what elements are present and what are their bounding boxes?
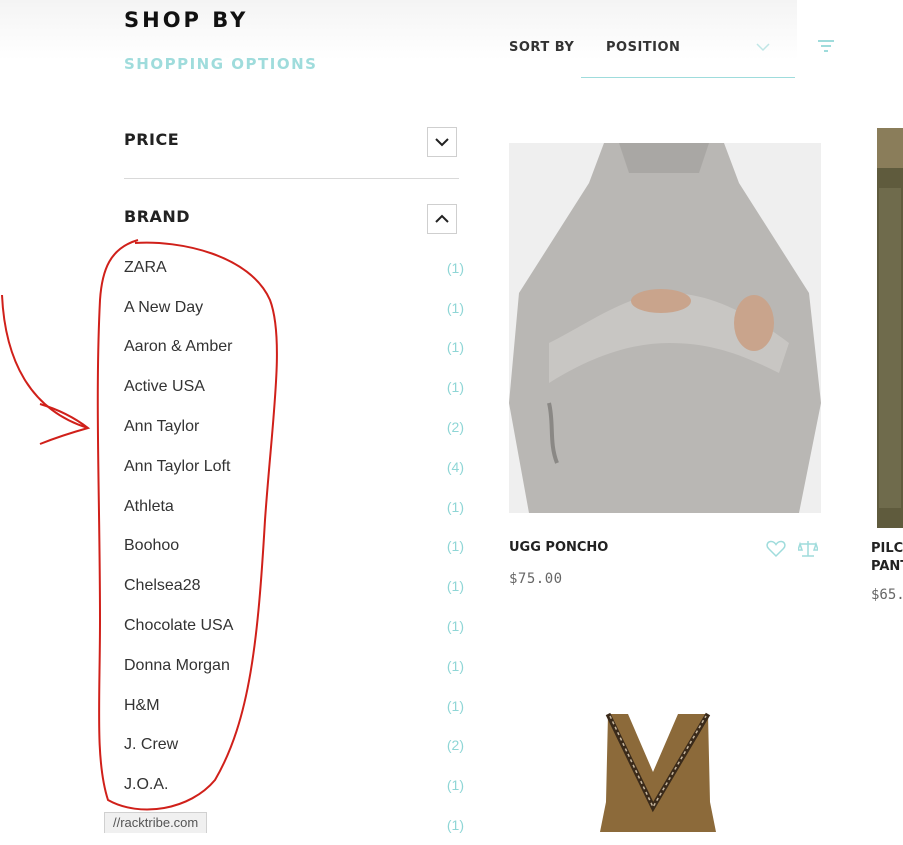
product-name-2[interactable]: PILCR PANT	[871, 540, 903, 576]
filter-price-title[interactable]: PRICE	[124, 130, 179, 149]
brand-name: ZARA	[124, 258, 167, 276]
brand-item[interactable]: Chocolate USA (1)	[124, 606, 464, 646]
brand-count: (1)	[446, 657, 464, 674]
brand-count: (1)	[446, 777, 464, 794]
product-price: $75.00	[509, 571, 563, 587]
brand-count: (1)	[446, 817, 464, 834]
brand-count: (1)	[446, 538, 464, 555]
brand-item[interactable]: Athleta (1)	[124, 487, 464, 527]
brand-item[interactable]: A New Day (1)	[124, 288, 464, 328]
brand-count: (1)	[446, 618, 464, 635]
brand-name: Ann Taylor	[124, 418, 200, 436]
brand-count: (1)	[446, 379, 464, 396]
brand-item[interactable]: Ann Taylor Loft (4)	[124, 447, 464, 487]
product-name[interactable]: UGG PONCHO	[509, 540, 608, 555]
brand-item[interactable]: Donna Morgan (1)	[124, 646, 464, 686]
brand-count: (2)	[446, 737, 464, 754]
brand-count: (1)	[446, 498, 464, 515]
product-name-line1: PILCR	[871, 541, 903, 556]
filter-brand-title[interactable]: BRAND	[124, 207, 190, 226]
brand-name: Boohoo	[124, 537, 180, 555]
chevron-down-icon	[435, 138, 449, 147]
product-image-dress[interactable]	[598, 712, 718, 832]
product-image-poncho[interactable]	[509, 143, 821, 513]
brand-name: Aaron & Amber	[124, 338, 233, 356]
chevron-down-icon	[756, 43, 770, 52]
sort-selected-value: POSITION	[606, 40, 681, 55]
brand-item[interactable]: Ann Taylor (2)	[124, 407, 464, 447]
brand-name: Ann Taylor Loft	[124, 457, 231, 475]
brand-name: Chocolate USA	[124, 617, 234, 635]
shopping-options-subtitle: SHOPPING OPTIONS	[124, 55, 318, 73]
brand-count: (2)	[446, 419, 464, 436]
brand-name: Active USA	[124, 378, 205, 396]
product-name-line2: PANT	[871, 559, 903, 574]
brand-item[interactable]: Boohoo (1)	[124, 527, 464, 567]
sort-select[interactable]: POSITION	[581, 30, 795, 78]
brand-count: (1)	[446, 339, 464, 356]
brand-name: Athleta	[124, 497, 174, 515]
brand-item[interactable]: Aaron & Amber (1)	[124, 328, 464, 368]
shop-by-sidebar: SHOP BY SHOPPING OPTIONS PRICE BRAND ZAR…	[106, 0, 476, 833]
brand-count: (1)	[446, 697, 464, 714]
brand-collapse-button[interactable]	[427, 204, 457, 234]
brand-item[interactable]: J.O.A. (1)	[124, 765, 464, 805]
product-image-pants[interactable]	[877, 128, 903, 528]
brand-name: A New Day	[124, 298, 204, 316]
brand-count: (1)	[446, 299, 464, 316]
shop-by-title: SHOP BY	[124, 8, 249, 32]
brand-item[interactable]: Active USA (1)	[124, 367, 464, 407]
brand-name: J. Crew	[124, 736, 179, 754]
chevron-up-icon	[435, 214, 449, 223]
brand-list: ZARA (1) A New Day (1) Aaron & Amber (1) Ac…	[124, 248, 464, 845]
brand-item[interactable]: Chelsea28 (1)	[124, 566, 464, 606]
filter-icon[interactable]	[817, 38, 835, 56]
brand-name: J.O.A.	[124, 776, 169, 794]
brand-item[interactable]: ZARA (1)	[124, 248, 464, 288]
price-expand-button[interactable]	[427, 127, 457, 157]
compare-icon[interactable]	[798, 540, 818, 558]
product-price-2: $65.	[871, 587, 903, 603]
brand-item[interactable]: J. Crew (2)	[124, 726, 464, 766]
heart-icon[interactable]	[766, 540, 786, 558]
brand-name: Chelsea28	[124, 577, 201, 595]
brand-item[interactable]: H&M (1)	[124, 686, 464, 726]
status-bar-url: //racktribe.com	[104, 812, 208, 833]
brand-count: (1)	[446, 259, 464, 276]
brand-name: H&M	[124, 696, 160, 714]
brand-count: (1)	[446, 578, 464, 595]
brand-name: Donna Morgan	[124, 656, 230, 674]
brand-count: (4)	[446, 458, 464, 475]
sort-by-label: SORT BY	[509, 40, 575, 55]
pants-illustration	[877, 128, 903, 528]
filter-divider	[124, 178, 459, 179]
poncho-illustration	[509, 143, 821, 513]
